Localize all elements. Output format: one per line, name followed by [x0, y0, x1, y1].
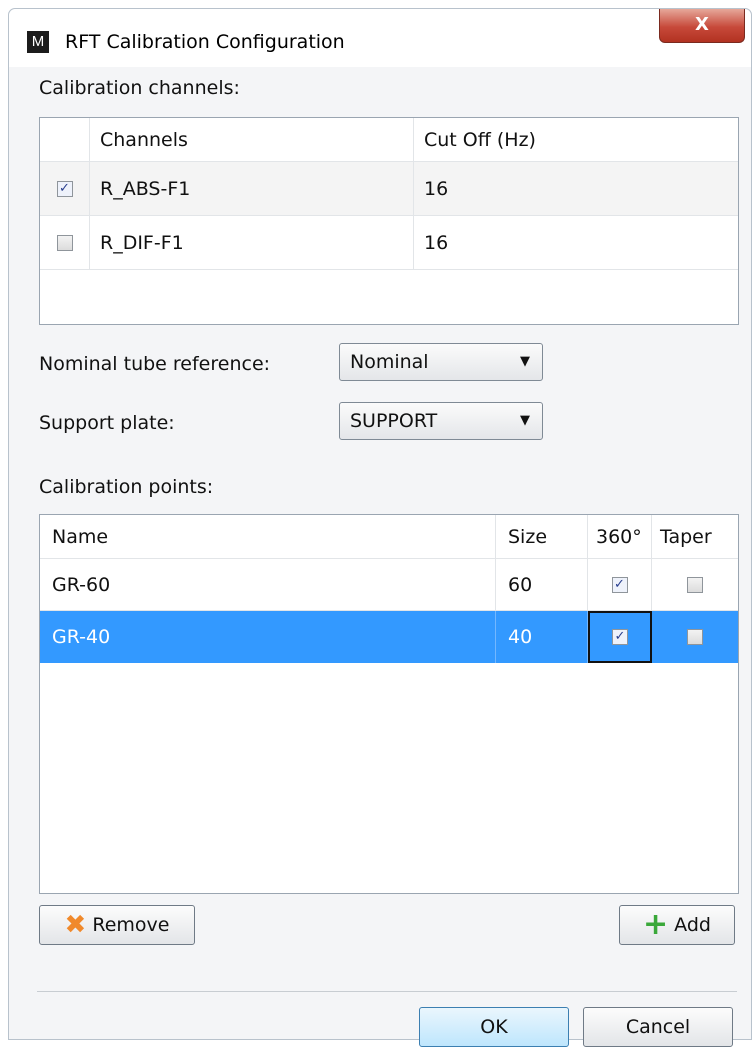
add-button[interactable]: + Add [619, 905, 735, 945]
points-grid: Name Size 360° Taper GR-60 60 ✓ GR-40 40… [39, 514, 739, 894]
point-360-cell: ✓ [588, 611, 652, 663]
add-label: Add [674, 914, 711, 936]
channel-row[interactable]: R_DIF-F1 16 [40, 216, 738, 270]
close-button[interactable]: X [659, 9, 745, 43]
channel-row[interactable]: ✓ R_ABS-F1 16 [40, 162, 738, 216]
nominal-select[interactable]: Nominal ▼ [339, 343, 543, 381]
point-name: GR-40 [40, 611, 496, 663]
chevron-down-icon: ▼ [520, 413, 530, 428]
channels-header-row: Channels Cut Off (Hz) [40, 118, 738, 162]
remove-label: Remove [92, 914, 170, 936]
point-taper-cell [652, 611, 738, 663]
window-title: RFT Calibration Configuration [65, 31, 345, 53]
nominal-label: Nominal tube reference: [39, 353, 271, 375]
channels-grid: Channels Cut Off (Hz) ✓ R_ABS-F1 16 R_DI… [39, 117, 739, 325]
header-check-cell [40, 118, 90, 161]
point-row[interactable]: GR-60 60 ✓ [40, 559, 738, 611]
point-row-selected[interactable]: GR-40 40 ✓ [40, 611, 738, 663]
channel-name: R_ABS-F1 [90, 162, 414, 215]
column-header-360[interactable]: 360° [588, 515, 652, 558]
support-select[interactable]: SUPPORT ▼ [339, 402, 543, 440]
column-header-taper[interactable]: Taper [652, 515, 738, 558]
channel-checkbox[interactable]: ✓ [56, 180, 73, 197]
channel-cutoff: 16 [424, 177, 449, 200]
app-icon: M [27, 31, 49, 53]
point-size: 40 [496, 611, 588, 663]
point-name: GR-60 [40, 559, 496, 610]
column-header-name[interactable]: Name [40, 515, 496, 558]
cancel-button[interactable]: Cancel [583, 1007, 733, 1047]
point-360-cell: ✓ [588, 559, 652, 610]
point-taper-checkbox[interactable] [687, 576, 703, 593]
title-bar: M RFT Calibration Configuration X [9, 9, 751, 67]
points-label: Calibration points: [39, 476, 214, 498]
chevron-down-icon: ▼ [520, 354, 530, 369]
point-360-checkbox[interactable]: ✓ [611, 576, 628, 593]
points-header-row: Name Size 360° Taper [40, 515, 738, 559]
remove-button[interactable]: ✖ Remove [39, 905, 195, 945]
dialog-window: M RFT Calibration Configuration X Calibr… [8, 8, 752, 1047]
support-label: Support plate: [39, 412, 175, 434]
column-header-channels[interactable]: Channels [90, 118, 414, 161]
nominal-value: Nominal [350, 351, 429, 373]
channel-cutoff: 16 [424, 231, 449, 254]
plus-icon: + [643, 907, 669, 942]
column-header-cutoff[interactable]: Cut Off (Hz) [414, 118, 738, 161]
point-size: 60 [496, 559, 588, 610]
channels-label: Calibration channels: [39, 77, 240, 99]
column-header-size[interactable]: Size [496, 515, 588, 558]
separator [37, 991, 737, 992]
point-taper-cell [652, 559, 738, 610]
close-icon: X [695, 14, 709, 35]
x-icon: ✖ [64, 910, 87, 940]
channel-name: R_DIF-F1 [90, 216, 414, 269]
point-taper-checkbox[interactable] [687, 629, 703, 645]
check-cell [40, 216, 90, 269]
point-360-checkbox[interactable]: ✓ [612, 629, 628, 645]
support-value: SUPPORT [350, 410, 438, 432]
channel-checkbox[interactable] [56, 234, 73, 251]
ok-button[interactable]: OK [419, 1007, 569, 1047]
check-cell: ✓ [40, 162, 90, 215]
